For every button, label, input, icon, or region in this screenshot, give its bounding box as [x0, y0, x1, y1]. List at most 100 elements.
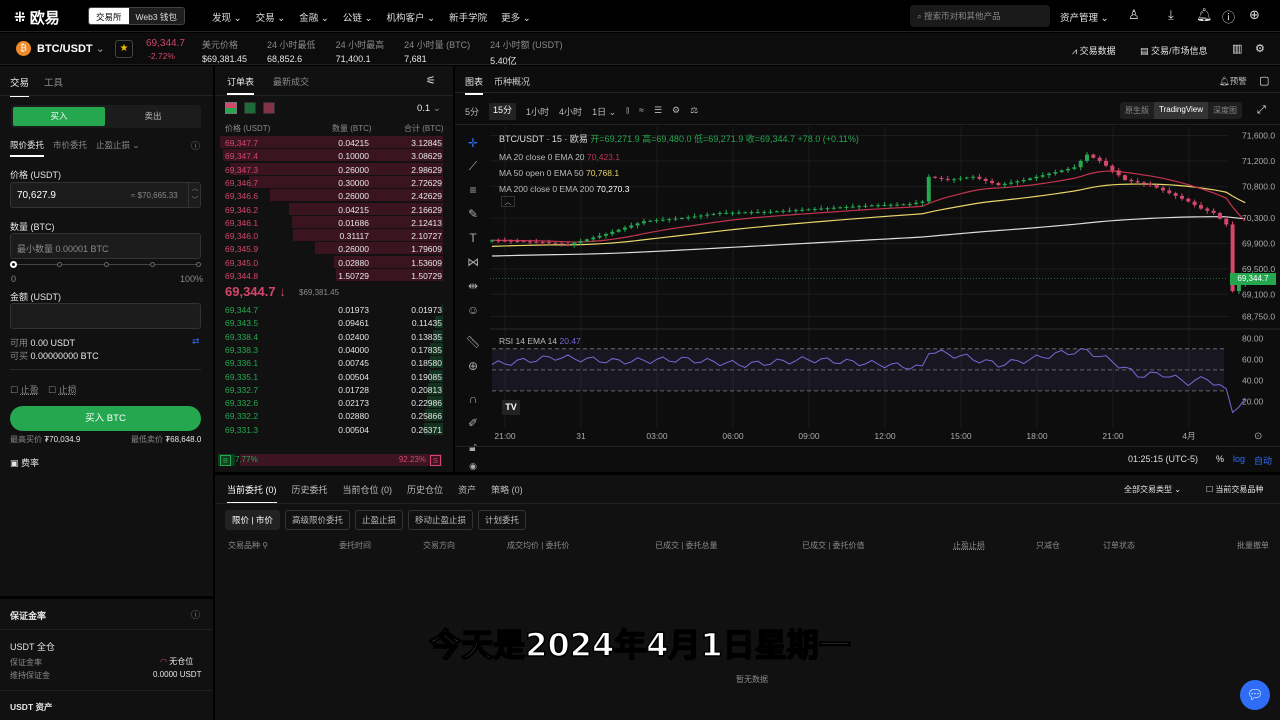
- candle-body: [857, 206, 862, 208]
- candle-body: [660, 219, 665, 221]
- candle-body: [578, 241, 583, 243]
- candle-body: [781, 210, 786, 212]
- candle-body: [730, 212, 735, 214]
- candle-body: [863, 205, 868, 207]
- current-pair-checkbox[interactable]: ☐ 当前交易品种: [1206, 484, 1263, 495]
- log-toggle[interactable]: log: [1233, 454, 1245, 464]
- candle-body: [1160, 187, 1165, 191]
- candle-body: [622, 227, 627, 230]
- candle-body: [939, 177, 944, 179]
- candle-body: [945, 178, 950, 180]
- axis-settings-icon[interactable]: ⊙: [1254, 431, 1262, 442]
- candle-body: [977, 176, 982, 179]
- y-tick-label: 70,800.0: [1242, 181, 1275, 191]
- candle-body: [831, 207, 836, 209]
- candle-body: [1091, 154, 1096, 158]
- subtab-limit-market[interactable]: 限价 | 市价: [225, 510, 280, 530]
- subtab-trailing-stop[interactable]: 移动止盈止损: [407, 510, 473, 530]
- tab-strategies[interactable]: 策略 (0): [491, 483, 523, 504]
- x-tick-label: 21:00: [1102, 431, 1124, 441]
- candle-body: [1217, 212, 1222, 219]
- candle-body: [1211, 210, 1216, 213]
- candle-body: [597, 235, 602, 238]
- candle-body: [983, 178, 988, 181]
- candle-body: [914, 202, 919, 205]
- x-tick-label: 31: [576, 431, 586, 441]
- rsi-tick-label: 40.00: [1242, 375, 1264, 385]
- candle-body: [724, 212, 729, 214]
- candle-body: [540, 241, 545, 243]
- candle-body: [812, 208, 817, 210]
- price-chart[interactable]: 71,600.0 71,200.0 70,800.0 70,300.0 69,900.0…: [0, 0, 1280, 472]
- candle-body: [559, 243, 564, 245]
- candle-body: [1066, 168, 1071, 171]
- candle-body: [711, 213, 716, 215]
- candle-body: [933, 176, 938, 178]
- candle-body: [743, 212, 748, 214]
- empty-state: 暂无数据: [736, 675, 768, 684]
- candle-body: [964, 177, 969, 179]
- candle-body: [603, 233, 608, 236]
- candle-body: [1015, 181, 1020, 183]
- candle-body: [1002, 183, 1007, 186]
- tab-positions[interactable]: 当前仓位 (0): [343, 483, 393, 504]
- current-price-label: 69,344.7: [1230, 273, 1276, 285]
- candle-body: [667, 219, 672, 221]
- candle-body: [793, 210, 798, 212]
- subtab-tp-sl[interactable]: 止盈止损: [354, 510, 403, 530]
- subtab-trigger[interactable]: 计划委托: [477, 510, 526, 530]
- y-tick-label: 69,100.0: [1242, 289, 1275, 299]
- candle-body: [717, 212, 722, 214]
- candle-body: [787, 210, 792, 212]
- tab-assets[interactable]: 资产: [458, 483, 476, 504]
- candle-body: [926, 176, 931, 202]
- candle-body: [641, 221, 646, 224]
- candle-body: [844, 206, 849, 208]
- candle-body: [996, 182, 1001, 186]
- x-tick-label: 18:00: [1026, 431, 1048, 441]
- candle-body: [1148, 183, 1153, 186]
- candle-body: [1186, 198, 1191, 202]
- candle-body: [584, 239, 589, 242]
- y-tick-label: 71,200.0: [1242, 156, 1275, 166]
- candle-body: [806, 209, 811, 211]
- candle-body: [888, 204, 893, 206]
- percent-toggle[interactable]: %: [1216, 454, 1224, 464]
- candle-body: [958, 178, 963, 180]
- batch-cancel-button[interactable]: 批量撤单: [1237, 540, 1269, 551]
- candle-body: [819, 208, 824, 210]
- candle-body: [1173, 193, 1178, 196]
- tab-order-history[interactable]: 历史委托: [292, 483, 328, 504]
- candle-body: [1009, 182, 1014, 184]
- candle-body: [490, 240, 494, 242]
- candle-body: [1179, 195, 1184, 199]
- candle-body: [521, 241, 526, 243]
- candle-body: [1034, 176, 1039, 179]
- tab-open-orders[interactable]: 当前委托 (0): [227, 483, 277, 504]
- candle-body: [496, 240, 501, 242]
- candle-body: [768, 211, 773, 213]
- candle-body: [907, 204, 912, 206]
- candle-body: [629, 225, 634, 228]
- chat-support-icon[interactable]: 💬︎: [1240, 680, 1270, 710]
- x-tick-label: 03:00: [646, 431, 668, 441]
- candle-body: [572, 242, 577, 245]
- candle-body: [1198, 205, 1203, 209]
- candle-body: [1116, 170, 1121, 176]
- candle-body: [692, 216, 697, 218]
- trade-type-filter[interactable]: 全部交易类型 ⌄: [1124, 484, 1181, 495]
- tab-position-history[interactable]: 历史仓位: [407, 483, 443, 504]
- collapse-legend-button[interactable]: ︿: [501, 196, 515, 207]
- candle-body: [502, 240, 507, 242]
- candle-body: [610, 231, 615, 234]
- candle-body: [654, 220, 659, 222]
- candle-body: [1059, 170, 1064, 173]
- y-tick-label: 70,300.0: [1242, 213, 1275, 223]
- y-tick-label: 71,600.0: [1242, 131, 1275, 141]
- candle-body: [1224, 218, 1229, 225]
- candle-body: [774, 211, 779, 213]
- candle-body: [1104, 160, 1109, 166]
- auto-toggle[interactable]: 自动: [1254, 454, 1272, 467]
- candle-body: [1072, 167, 1077, 169]
- subtab-advanced-limit[interactable]: 高级限价委托: [284, 510, 350, 530]
